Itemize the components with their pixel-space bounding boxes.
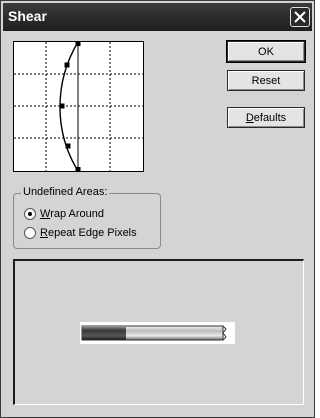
- curve-point-top: [75, 41, 81, 46]
- reset-button[interactable]: Reset: [227, 70, 305, 91]
- wrap-around-radio[interactable]: [24, 208, 36, 220]
- close-icon: [294, 11, 306, 23]
- preview-sample-image: [80, 322, 235, 344]
- undefined-areas-legend: Undefined Areas:: [21, 186, 110, 198]
- defaults-mnemonic: D: [245, 111, 254, 124]
- repeat-edge-mnemonic: R: [40, 227, 48, 239]
- radio-dot-icon: [28, 212, 32, 216]
- wrap-around-label: Wrap Around: [40, 208, 104, 220]
- repeat-edge-pixels-option[interactable]: Repeat Edge Pixels: [24, 226, 137, 240]
- ok-button-label: OK: [258, 45, 274, 58]
- shear-dialog: Shear OK Reset Defaults Undefined Areas:…: [0, 0, 315, 418]
- curve-point-lower: [65, 143, 71, 149]
- repeat-edge-pixels-label: Repeat Edge Pixels: [40, 227, 137, 239]
- defaults-label-rest: efaults: [253, 111, 287, 124]
- repeat-edge-pixels-radio[interactable]: [24, 227, 36, 239]
- shear-preview: [13, 259, 304, 405]
- preview-bar-graphic: [81, 325, 227, 341]
- curve-point-middle: [59, 103, 65, 109]
- defaults-button-label: Defaults: [246, 112, 286, 124]
- shear-curve-editor[interactable]: [13, 41, 144, 172]
- wrap-around-option[interactable]: Wrap Around: [24, 207, 104, 221]
- undefined-areas-group: Undefined Areas: Wrap Around Repeat Edge…: [13, 186, 161, 249]
- shear-grid: [14, 41, 143, 172]
- window-title: Shear: [8, 8, 47, 24]
- title-bar[interactable]: Shear: [3, 3, 312, 31]
- reset-button-label: Reset: [251, 74, 281, 87]
- repeat-edge-label-rest: epeat Edge Pixels: [47, 227, 137, 239]
- defaults-button[interactable]: Defaults: [227, 107, 305, 128]
- wrap-around-label-rest: rap Around: [50, 208, 105, 220]
- wrap-around-mnemonic: W: [40, 208, 51, 220]
- ok-button[interactable]: OK: [226, 40, 306, 63]
- curve-point-bottom: [75, 167, 81, 172]
- close-button[interactable]: [290, 7, 310, 27]
- curve-point-upper: [64, 62, 70, 68]
